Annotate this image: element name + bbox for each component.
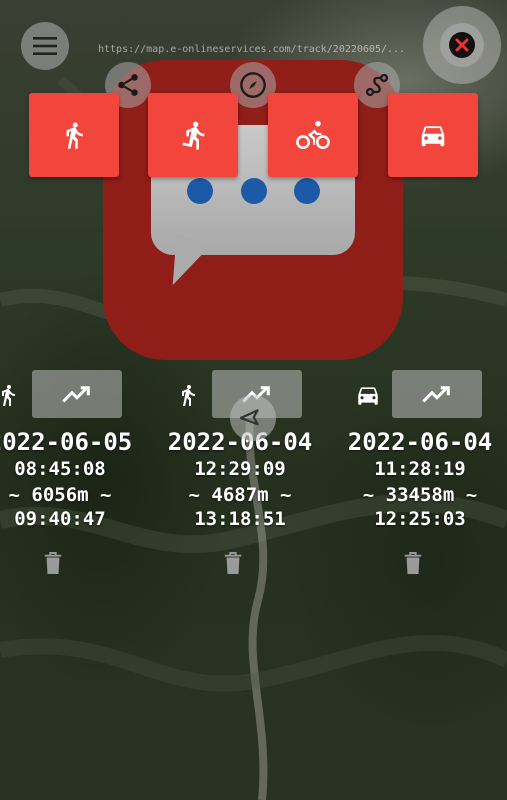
map-url-text: https://map.e-onlineservices.com/track/2… [98,44,406,55]
walk-icon [182,385,195,406]
track-end-time: 12:25:03 [374,508,466,530]
trending-up-icon [62,386,90,403]
route-icon [365,73,389,97]
track-mode-walk [168,375,208,415]
mode-run-button[interactable] [148,93,238,177]
menu-icon [33,37,57,55]
delete-track-button[interactable] [218,548,248,578]
track-distance: ~ 33458m ~ [362,484,478,506]
mode-bike-button[interactable] [268,93,358,177]
track-chart-button[interactable] [392,370,482,418]
delete-track-button[interactable] [398,548,428,578]
mode-walk-button[interactable] [29,93,119,177]
car-icon [421,126,445,147]
run-icon [182,121,205,150]
track-end-time: 09:40:47 [14,508,106,530]
bubble-dot [187,178,213,204]
track-start-time: 08:45:08 [14,458,106,480]
menu-button[interactable] [21,22,69,70]
track-item-3[interactable]: 2022-06-04 11:28:19 ~ 33458m ~ 12:25:03 [348,370,507,574]
trash-icon [44,552,62,574]
trash-icon [404,552,422,574]
compass-icon [240,72,266,98]
bike-icon [296,120,330,150]
track-end-time: 13:18:51 [194,508,286,530]
track-start-time: 11:28:19 [374,458,466,480]
walk-icon [66,122,83,149]
close-button-inner [440,23,484,67]
share-icon [118,74,138,96]
track-mode-car [348,375,388,415]
close-icon [449,32,475,58]
my-location-button[interactable] [230,395,276,441]
track-date: 2022-06-05 [0,428,133,456]
car-icon [358,387,378,405]
navigation-arrow-icon [240,409,259,426]
trash-icon [224,552,242,574]
walk-icon [2,385,15,406]
trending-up-icon [422,386,450,403]
track-chart-button[interactable] [32,370,122,418]
bubble-dot [241,178,267,204]
delete-track-button[interactable] [38,548,68,578]
track-date: 2022-06-04 [347,428,493,456]
close-button[interactable] [423,6,501,84]
track-distance: ~ 6056m ~ [8,484,112,506]
track-distance: ~ 4687m ~ [188,484,292,506]
track-start-time: 12:29:09 [194,458,286,480]
bubble-dot [294,178,320,204]
mode-car-button[interactable] [388,93,478,177]
track-mode-walk [0,375,28,415]
track-item-1[interactable]: 2022-06-05 08:45:08 ~ 6056m ~ 09:40:47 [0,370,168,574]
